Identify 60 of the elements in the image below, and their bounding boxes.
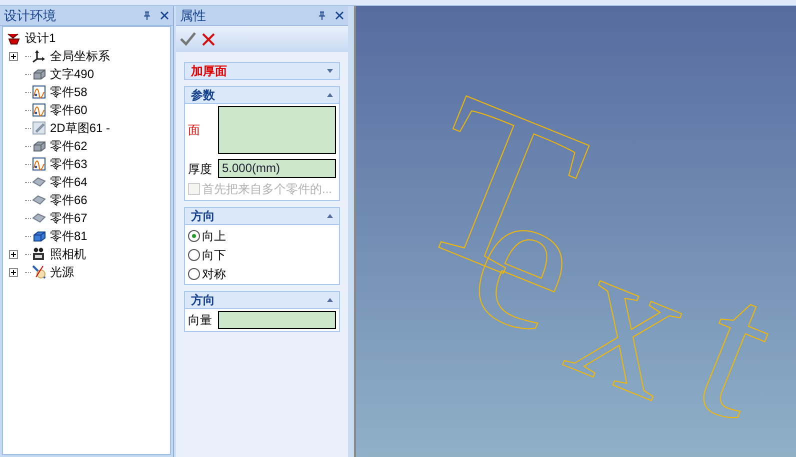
checkmark-icon[interactable]: [180, 32, 196, 46]
block-icon: [32, 67, 46, 81]
section-header[interactable]: 方向: [184, 291, 340, 309]
curve-icon: [32, 157, 46, 171]
section-header[interactable]: 加厚面: [184, 62, 340, 80]
tree-item[interactable]: 零件63: [50, 155, 88, 173]
radio-button[interactable]: [188, 248, 200, 260]
panel-title: 设计环境: [4, 6, 57, 25]
tree-item[interactable]: 零件81: [50, 227, 88, 245]
vector-field[interactable]: [218, 311, 336, 329]
tree-item[interactable]: 文字490: [50, 65, 94, 83]
collapse-caret-icon[interactable]: [327, 214, 333, 218]
pin-icon[interactable]: [317, 10, 327, 20]
tree-item[interactable]: 光源: [50, 263, 74, 281]
curve-icon: [32, 103, 46, 117]
tree-item[interactable]: 零件62: [50, 137, 88, 155]
lamp-icon: [32, 265, 46, 279]
checkbox-option: 首先把来自多个零件的...: [188, 180, 336, 198]
panel-title: 属性: [180, 6, 207, 25]
expand-toggle[interactable]: [9, 268, 18, 276]
radio-option[interactable]: 向上: [188, 227, 336, 244]
tree-item[interactable]: 零件60: [50, 101, 88, 119]
block-icon: [32, 139, 46, 153]
collapse-caret-icon[interactable]: [327, 298, 333, 302]
close-icon[interactable]: [202, 32, 215, 46]
expand-toggle[interactable]: [9, 250, 18, 258]
curve-icon: [32, 85, 46, 99]
surface-icon: [32, 211, 46, 225]
radio-option[interactable]: 对称: [188, 265, 336, 282]
tree-item[interactable]: 设计1: [25, 29, 56, 47]
tree-item[interactable]: 零件67: [50, 209, 88, 227]
field-label: 厚度: [188, 160, 213, 178]
tree-item[interactable]: 全局坐标系: [50, 47, 110, 65]
face-selection-field[interactable]: [218, 106, 336, 154]
block-icon: [32, 229, 46, 243]
tree-item[interactable]: 照相机: [50, 245, 86, 263]
collapse-caret-icon[interactable]: [327, 93, 333, 97]
field-label: 向量: [188, 312, 213, 329]
section-header[interactable]: 方向: [184, 207, 340, 225]
thickness-field[interactable]: 5.000(mm): [218, 159, 336, 178]
close-icon[interactable]: [335, 11, 344, 20]
pin-icon[interactable]: [142, 10, 152, 20]
tree-item[interactable]: 零件58: [50, 83, 88, 101]
field-label: 面: [188, 122, 201, 139]
axes-icon: [32, 49, 46, 63]
pencil-icon: [32, 121, 46, 135]
section-header[interactable]: 参数: [184, 86, 340, 104]
design-icon: [7, 31, 21, 45]
expand-caret-icon[interactable]: [327, 69, 333, 73]
tree-item[interactable]: 零件66: [50, 191, 88, 209]
tree-item[interactable]: 2D草图61 -: [50, 119, 110, 137]
camera-icon: [32, 247, 46, 261]
surface-icon: [32, 175, 46, 189]
tree-item[interactable]: 零件64: [50, 173, 88, 191]
radio-button[interactable]: [188, 268, 200, 280]
expand-toggle[interactable]: [9, 52, 18, 60]
radio-option[interactable]: 向下: [188, 246, 336, 263]
surface-icon: [32, 193, 46, 207]
close-icon[interactable]: [160, 11, 169, 20]
radio-button[interactable]: [188, 230, 200, 242]
